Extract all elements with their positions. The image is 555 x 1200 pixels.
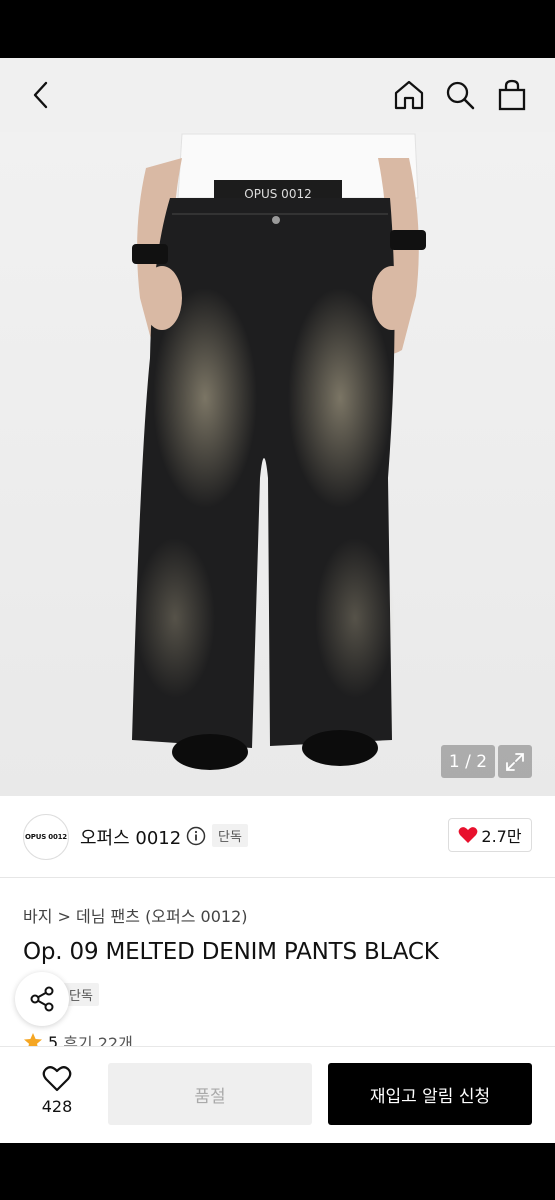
cart-button[interactable]	[493, 76, 531, 114]
product-image[interactable]: OPUS 0012	[0, 58, 555, 796]
brand-exclusive-badge: 단독	[212, 824, 248, 847]
expand-image-button[interactable]	[498, 745, 532, 778]
status-bar	[0, 0, 555, 58]
home-button[interactable]	[390, 76, 428, 114]
bottom-action-bar: 428 품절 재입고 알림 신청	[0, 1046, 555, 1143]
share-button[interactable]	[15, 972, 69, 1026]
share-icon	[30, 986, 54, 1012]
breadcrumb[interactable]: 바지 > 데님 팬츠 (오퍼스 0012)	[23, 903, 248, 927]
brand-like-button[interactable]: 2.7만	[448, 818, 532, 852]
back-button[interactable]	[22, 76, 60, 114]
shopping-bag-icon	[498, 79, 526, 111]
heart-filled-icon	[459, 827, 478, 843]
heart-outline-icon	[42, 1066, 72, 1092]
image-counter: 1 / 2	[441, 745, 495, 778]
home-icon	[394, 80, 424, 110]
brand-like-count: 2.7만	[481, 827, 522, 846]
info-icon[interactable]	[186, 826, 206, 850]
search-button[interactable]	[441, 76, 479, 114]
brand-row: OPUS 0012 오퍼스 0012 단독 2.7만	[0, 796, 555, 878]
soldout-button: 품절	[108, 1063, 312, 1125]
product-title: Op. 09 MELTED DENIM PANTS BLACK	[23, 939, 439, 965]
wishlist-button[interactable]: 428	[32, 1065, 82, 1116]
brand-logo[interactable]: OPUS 0012	[23, 814, 69, 860]
top-nav	[0, 58, 555, 132]
search-icon	[446, 81, 475, 110]
home-indicator-area	[0, 1143, 555, 1200]
brand-name[interactable]: 오퍼스 0012	[80, 824, 181, 850]
wishlist-count: 428	[41, 1097, 73, 1116]
restock-alert-button[interactable]: 재입고 알림 신청	[328, 1063, 532, 1125]
expand-icon	[506, 752, 524, 771]
chevron-left-icon	[33, 81, 48, 109]
product-photo-illustration: OPUS 0012	[132, 133, 426, 770]
product-screen: OPUS 0012 1 / 2 OPUS 0012 오퍼스 0012 단독 2.…	[0, 58, 555, 1143]
